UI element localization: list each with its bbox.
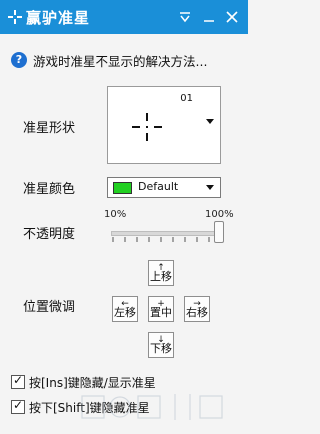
opacity-min-label: 10%	[104, 209, 127, 220]
chevron-down-icon[interactable]	[206, 185, 214, 190]
opacity-slider-track[interactable]	[111, 231, 224, 236]
ins-toggle-checkbox[interactable]: ✓	[11, 373, 25, 389]
move-up-button[interactable]: ↑ 上移	[148, 260, 174, 286]
close-icon[interactable]	[224, 9, 240, 25]
main-panel: ? 游戏时准星不显示的解决方法... 准星形状 01 准星颜色 Default …	[0, 34, 248, 434]
center-button[interactable]: + 置中	[148, 296, 174, 322]
move-right-button[interactable]: → 右移	[184, 296, 210, 322]
window-title: 赢驴准星	[26, 9, 91, 27]
chevron-down-icon[interactable]	[206, 119, 214, 124]
color-select[interactable]: Default	[107, 177, 221, 198]
position-label: 位置微调	[23, 300, 76, 315]
checkmark-icon: ✓	[13, 373, 24, 387]
dropdown-icon[interactable]	[177, 9, 193, 25]
question-icon: ?	[11, 52, 27, 68]
minimize-icon[interactable]	[201, 9, 217, 25]
move-up-label: 上移	[150, 270, 172, 283]
shape-label: 准星形状	[23, 121, 76, 136]
help-link-text[interactable]: 游戏时准星不显示的解决方法...	[33, 51, 207, 70]
color-label: 准星颜色	[23, 182, 76, 197]
opacity-max-label: 100%	[205, 209, 234, 220]
shift-hide-checkbox[interactable]: ✓	[11, 398, 25, 414]
crosshair-preview-icon	[132, 113, 162, 141]
move-down-button[interactable]: ↓ 下移	[148, 332, 174, 358]
opacity-slider-thumb[interactable]	[214, 221, 224, 243]
checkmark-icon: ✓	[13, 398, 24, 412]
shape-number: 01	[180, 93, 193, 104]
opacity-slider-ticks	[112, 237, 220, 242]
watermark-logo	[81, 394, 223, 420]
title-bar: 赢驴准星	[0, 0, 248, 34]
color-swatch	[113, 182, 132, 194]
color-select-value: Default	[138, 180, 179, 193]
move-right-label: 右移	[186, 306, 208, 319]
move-left-label: 左移	[114, 306, 136, 319]
move-left-button[interactable]: ← 左移	[112, 296, 138, 322]
crosshair-shape-selector[interactable]: 01	[107, 86, 221, 164]
center-label: 置中	[150, 306, 172, 319]
move-down-label: 下移	[150, 342, 172, 355]
crosshair-logo-icon	[8, 10, 22, 24]
opacity-label: 不透明度	[23, 227, 76, 242]
